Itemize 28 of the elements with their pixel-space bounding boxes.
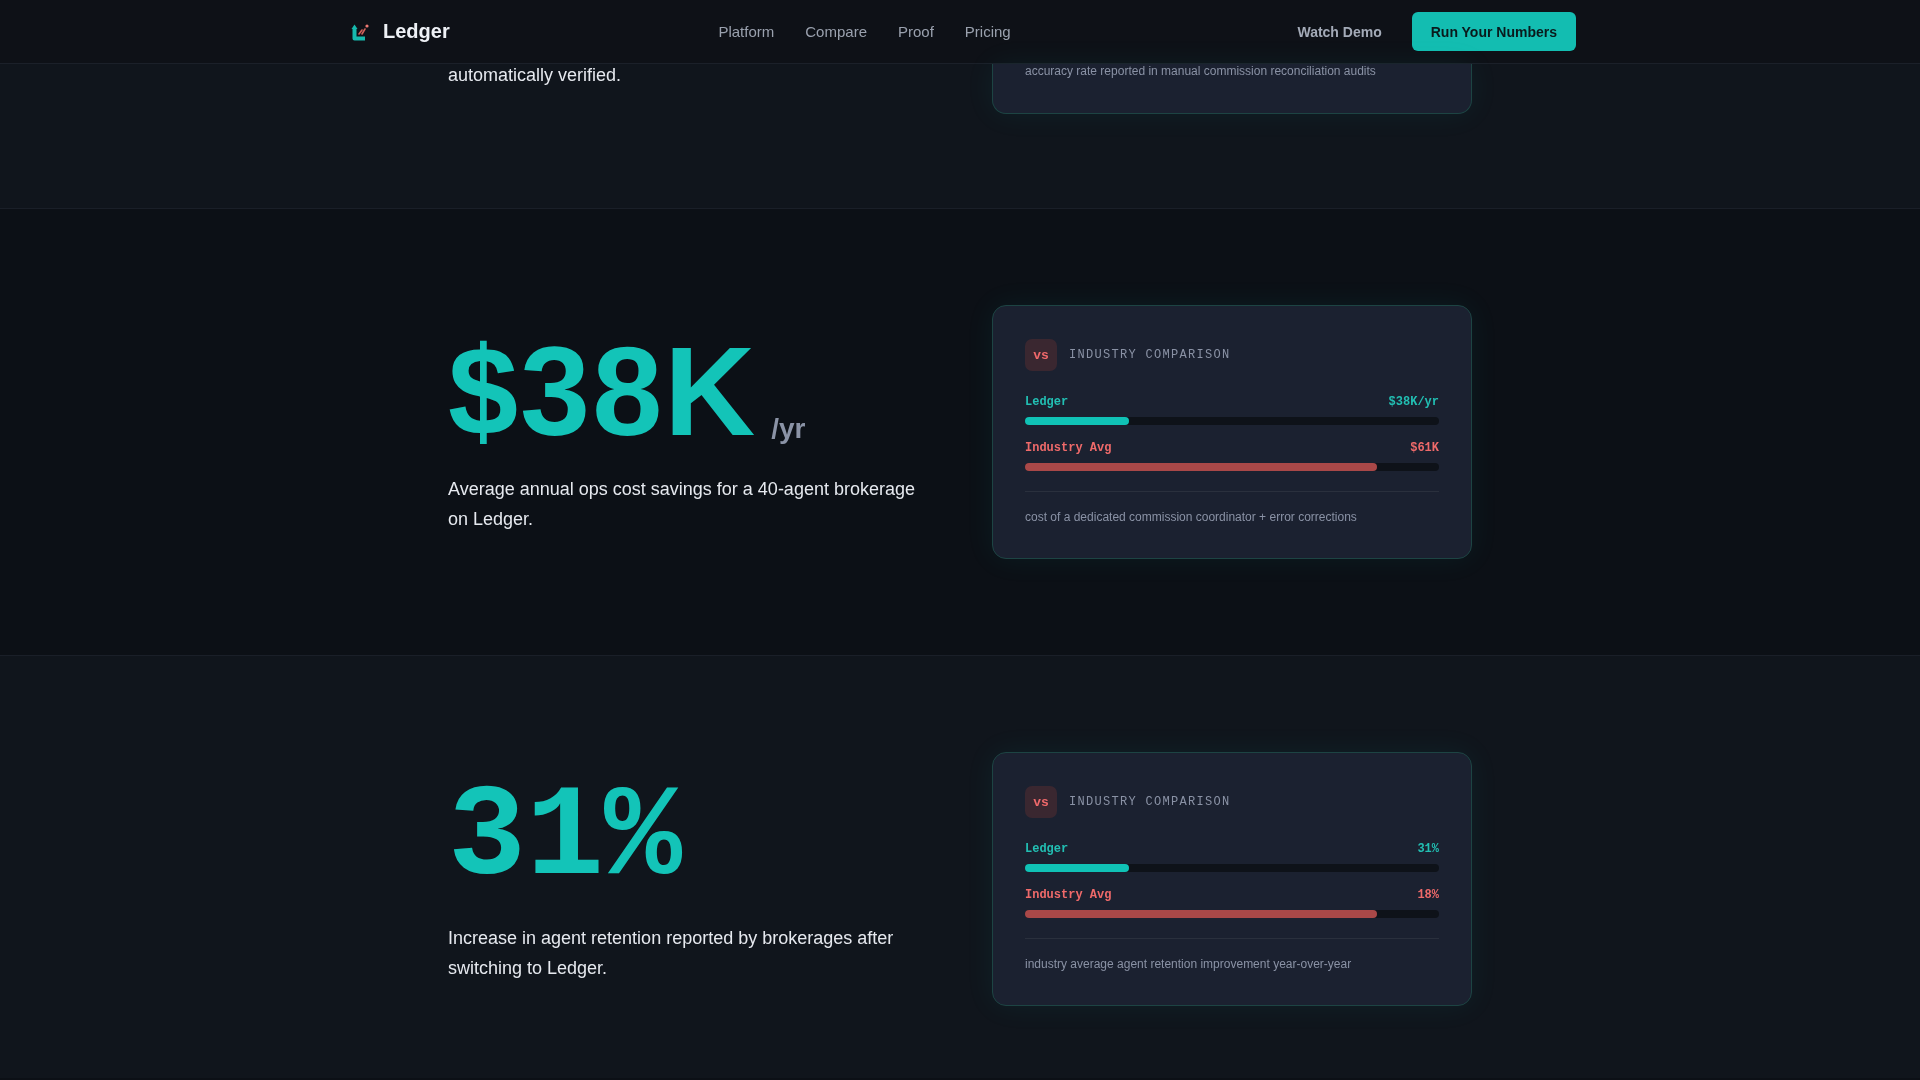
bar-label: Ledger <box>1025 394 1069 410</box>
vs-badge: vs <box>1025 339 1057 371</box>
stat-description: Average annual ops cost savings for a 40-agent brokerage on Ledger. <box>448 478 916 531</box>
bar-value: 31% <box>1417 841 1439 857</box>
nav-link[interactable]: Compare <box>805 23 867 40</box>
run-numbers-button[interactable]: Run Your Numbers <box>1411 12 1576 51</box>
card-footnote: cost of a dedicated commission coordinator + error corrections <box>1025 509 1358 526</box>
bar-label: Industry Avg <box>1025 887 1112 903</box>
bar-value: $61K <box>1410 440 1439 456</box>
card-footnote: industry average agent retention improvement year-over-year <box>1025 956 1353 973</box>
bar-label: Ledger <box>1025 841 1069 857</box>
comparison-title: INDUSTRY COMPARISON <box>1069 348 1231 362</box>
watch-demo-button[interactable]: Watch Demo <box>1297 23 1382 40</box>
card-footnote: accuracy rate reported in manual commission reconciliation audits <box>1025 64 1377 78</box>
stat-description: Increase in agent retention reported by brokerages after switching to Ledger. <box>448 927 895 980</box>
nav-link[interactable]: Pricing <box>964 23 1011 40</box>
stat-description: automatically verified. <box>448 64 623 87</box>
comparison-title: INDUSTRY COMPARISON <box>1069 795 1231 809</box>
vs-badge: vs <box>1025 786 1057 818</box>
bar-value: $38K/yr <box>1388 394 1439 410</box>
bar-label: Industry Avg <box>1025 440 1112 456</box>
stat-value: $38K <box>448 329 758 456</box>
brand-name[interactable]: Ledger <box>383 20 450 43</box>
nav-link[interactable]: Proof <box>898 23 934 40</box>
bar-value: 18% <box>1417 887 1439 903</box>
nav-link[interactable]: Platform <box>718 23 775 40</box>
stat-unit: /yr <box>771 415 806 444</box>
stat-value: 31% <box>448 774 683 905</box>
